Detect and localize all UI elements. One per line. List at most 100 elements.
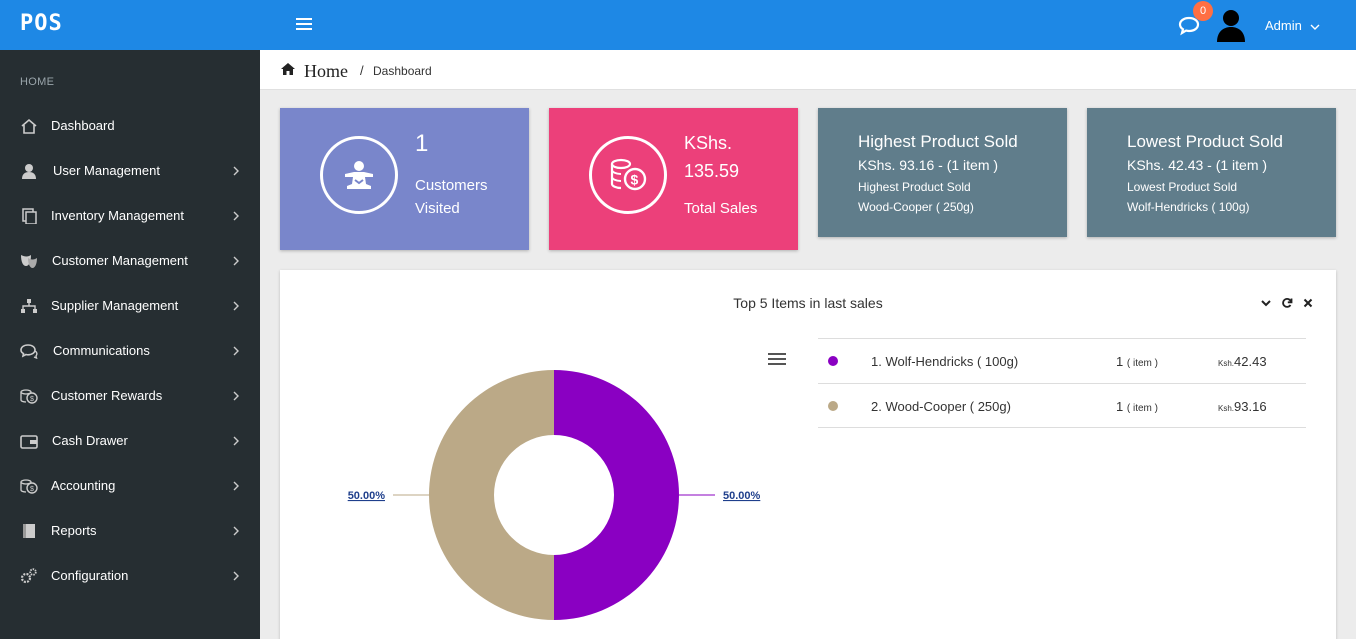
legend-color-dot bbox=[828, 356, 838, 366]
svg-text:$: $ bbox=[30, 396, 34, 403]
legend-item-price: Ksh.42.43 bbox=[1218, 354, 1267, 369]
card-title: Lowest Product Sold bbox=[1127, 132, 1283, 151]
donut-slice-1[interactable] bbox=[554, 370, 679, 620]
legend-color-dot bbox=[828, 401, 838, 411]
svg-text:$: $ bbox=[30, 486, 34, 493]
slice-percent-label: 50.00% bbox=[723, 490, 761, 502]
chevron-right-icon bbox=[233, 571, 239, 581]
sidebar-item-label: Supplier Management bbox=[51, 298, 179, 313]
coins-icon: $ bbox=[20, 479, 38, 494]
breadcrumb-home-link[interactable]: Home bbox=[304, 61, 348, 82]
book-icon bbox=[23, 524, 35, 538]
qty-value: 1 bbox=[1116, 399, 1124, 414]
donut-slice-2[interactable] bbox=[429, 370, 554, 620]
sidebar-item-user-management[interactable]: User Management bbox=[0, 148, 260, 193]
sidebar-item-configuration[interactable]: Configuration bbox=[0, 553, 260, 598]
chevron-right-icon bbox=[233, 526, 239, 536]
qty-value: 1 bbox=[1116, 354, 1124, 369]
cogs-icon bbox=[20, 568, 37, 584]
slice-percent-label: 50.00% bbox=[348, 490, 386, 502]
svg-text:$: $ bbox=[631, 172, 639, 188]
user-avatar-icon[interactable] bbox=[1216, 9, 1246, 42]
menu-toggle-icon[interactable] bbox=[296, 18, 312, 31]
sidebar-item-label: Communications bbox=[53, 343, 150, 358]
sidebar-item-accounting[interactable]: $ Accounting bbox=[0, 463, 260, 508]
sidebar-item-reports[interactable]: Reports bbox=[0, 508, 260, 553]
child-reaching-icon bbox=[345, 161, 373, 189]
sidebar-item-label: Accounting bbox=[51, 478, 116, 493]
customers-label: Customers bbox=[415, 177, 488, 194]
coins-icon: $ bbox=[20, 389, 38, 404]
sitemap-icon bbox=[21, 299, 37, 313]
donut-chart: 50.00% 50.00% bbox=[348, 370, 761, 620]
wallet-icon bbox=[20, 435, 38, 449]
card-caption: Lowest Product Sold bbox=[1127, 180, 1238, 194]
sales-currency: KShs. bbox=[684, 133, 733, 153]
top-items-panel: Top 5 Items in last sales 50.00% 50.00% 1… bbox=[280, 270, 1336, 639]
sidebar-item-label: User Management bbox=[53, 163, 160, 178]
card-summary: KShs. 42.43 - (1 item ) bbox=[1127, 157, 1268, 173]
chevron-right-icon bbox=[233, 346, 239, 356]
legend-item-price: Ksh.93.16 bbox=[1218, 399, 1267, 414]
qty-unit: ( item ) bbox=[1126, 358, 1158, 369]
refresh-icon[interactable] bbox=[1281, 297, 1293, 309]
home-icon bbox=[21, 118, 37, 134]
highest-product-card: Highest Product Sold KShs. 93.16 - (1 it… bbox=[818, 108, 1067, 237]
chevron-right-icon bbox=[233, 481, 239, 491]
sales-amount: 135.59 bbox=[684, 161, 740, 181]
sidebar-item-communications[interactable]: Communications bbox=[0, 328, 260, 373]
legend-item-name: 2. Wood-Cooper ( 250g) bbox=[871, 399, 1011, 414]
masks-icon bbox=[21, 255, 37, 268]
sidebar-item-dashboard[interactable]: Dashboard bbox=[0, 103, 260, 148]
sidebar-item-inventory-management[interactable]: Inventory Management bbox=[0, 193, 260, 238]
sidebar-item-customer-rewards[interactable]: $ Customer Rewards bbox=[0, 373, 260, 418]
card-summary: KShs. 93.16 - (1 item ) bbox=[858, 157, 999, 173]
breadcrumb: Home / Dashboard bbox=[260, 50, 1356, 90]
legend-item-qty: 1 ( item ) bbox=[1116, 354, 1158, 369]
legend-item-2[interactable]: 2. Wood-Cooper ( 250g) 1 ( item ) Ksh.93… bbox=[818, 383, 1306, 428]
sidebar-section-header: HOME bbox=[20, 76, 55, 88]
sidebar-item-supplier-management[interactable]: Supplier Management bbox=[0, 283, 260, 328]
price-currency: Ksh. bbox=[1218, 359, 1235, 368]
collapse-chevron-icon[interactable] bbox=[1260, 297, 1272, 309]
chevron-right-icon bbox=[233, 256, 239, 266]
price-value: 42.43 bbox=[1234, 354, 1267, 369]
user-tie-icon bbox=[22, 164, 36, 179]
coins-icon: $ bbox=[610, 158, 647, 191]
sidebar-item-label: Configuration bbox=[51, 568, 129, 583]
user-menu-button[interactable]: Admin bbox=[1265, 18, 1320, 33]
brand-logo[interactable]: POS bbox=[20, 11, 63, 36]
copy-icon bbox=[22, 208, 37, 224]
card-icon-circle bbox=[320, 136, 398, 214]
sidebar-item-label: Customer Management bbox=[52, 253, 188, 268]
card-caption: Highest Product Sold bbox=[858, 180, 971, 194]
breadcrumb-current: Dashboard bbox=[373, 64, 432, 78]
price-value: 93.16 bbox=[1234, 399, 1267, 414]
comments-icon bbox=[20, 344, 38, 359]
sidebar-item-cash-drawer[interactable]: Cash Drawer bbox=[0, 418, 260, 463]
close-icon[interactable] bbox=[1302, 297, 1314, 309]
breadcrumb-separator: / bbox=[360, 63, 364, 78]
home-icon bbox=[281, 63, 295, 75]
sidebar-item-customer-management[interactable]: Customer Management bbox=[0, 238, 260, 283]
legend-item-1[interactable]: 1. Wolf-Hendricks ( 100g) 1 ( item ) Ksh… bbox=[818, 338, 1306, 383]
customers-sublabel: Visited bbox=[415, 200, 460, 217]
sidebar-item-label: Cash Drawer bbox=[52, 433, 128, 448]
chevron-down-icon bbox=[1310, 24, 1320, 30]
sidebar-item-label: Reports bbox=[51, 523, 97, 538]
sidebar-item-label: Customer Rewards bbox=[51, 388, 163, 403]
chevron-right-icon bbox=[233, 211, 239, 221]
sidebar-item-label: Dashboard bbox=[51, 118, 115, 133]
chevron-right-icon bbox=[233, 301, 239, 311]
lowest-product-card: Lowest Product Sold KShs. 42.43 - (1 ite… bbox=[1087, 108, 1336, 237]
chevron-right-icon bbox=[233, 391, 239, 401]
legend-item-qty: 1 ( item ) bbox=[1116, 399, 1158, 414]
qty-unit: ( item ) bbox=[1126, 403, 1158, 414]
chevron-right-icon bbox=[233, 436, 239, 446]
card-icon-circle: $ bbox=[589, 136, 667, 214]
notification-badge: 0 bbox=[1193, 1, 1213, 21]
top-items-legend: 1. Wolf-Hendricks ( 100g) 1 ( item ) Ksh… bbox=[818, 338, 1306, 428]
legend-item-name: 1. Wolf-Hendricks ( 100g) bbox=[871, 354, 1019, 369]
chevron-right-icon bbox=[233, 166, 239, 176]
card-title: Highest Product Sold bbox=[858, 132, 1018, 151]
